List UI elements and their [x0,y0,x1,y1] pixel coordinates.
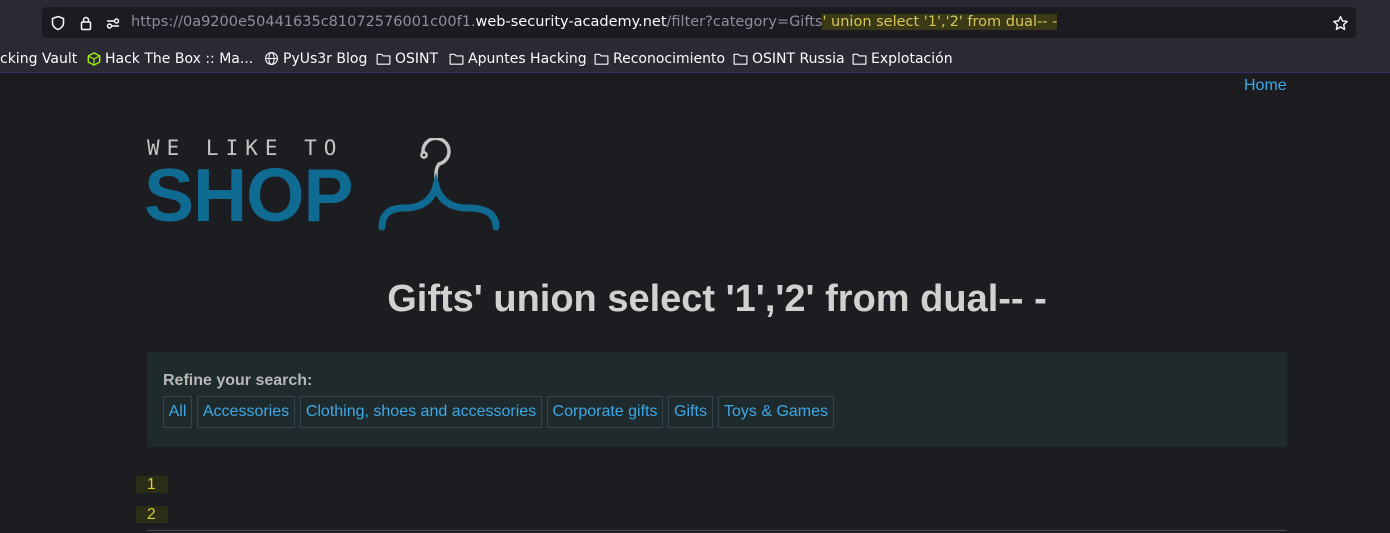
result-item: 2 [136,506,168,523]
bookmark-label: PyUs3r Blog [283,50,368,67]
filter-all-button[interactable]: All [163,396,192,428]
bookmark-label: cking Vault [0,50,78,67]
bookmark-label: Apuntes Hacking [468,50,587,67]
filter-toys-games-button[interactable]: Toys & Games [718,396,834,428]
filter-label: Refine your search: [163,372,313,389]
globe-icon [265,52,278,65]
shield-icon[interactable] [50,15,66,31]
page-title: Gifts' union select '1','2' from dual-- … [387,278,1047,320]
filter-gifts-button[interactable]: Gifts [668,396,713,428]
cube-icon [87,51,101,66]
bookmark-folder[interactable]: OSINT [376,49,438,68]
url-scheme: https://0a9200e50441635c81072576001c00f1… [131,14,476,30]
bookmark-folder[interactable]: OSINT Russia [733,49,845,68]
folder-icon [733,53,748,65]
divider [147,530,1287,531]
filter-panel: Refine your search: All Accessories Clot… [147,352,1287,447]
url-bar[interactable]: https://0a9200e50441635c81072576001c00f1… [42,7,1356,38]
lock-icon[interactable] [78,15,94,31]
result-item: 1 [136,476,168,493]
bookmark-star-icon[interactable] [1332,15,1348,31]
bookmark-label: Reconocimiento [613,50,726,67]
url-path: /filter?category=Gifts [666,14,823,30]
bookmarks-toolbar: cking Vault Hack The Box :: Ma... PyUs3r… [0,44,1390,73]
bookmark-label: Hack The Box :: Ma... [105,50,254,67]
folder-icon [449,53,464,65]
bookmark-item[interactable]: Hack The Box :: Ma... [87,49,253,68]
folder-icon [852,53,867,65]
url-injected-payload: ' union select '1','2' from dual-- - [822,14,1058,30]
bookmark-item[interactable]: PyUs3r Blog [264,49,367,68]
url-host: web-security-academy.net [475,14,667,30]
filter-accessories-button[interactable]: Accessories [197,396,295,428]
url-text: https://0a9200e50441635c81072576001c00f1… [131,14,1058,30]
filter-corporate-gifts-button[interactable]: Corporate gifts [547,396,663,428]
logo-wordmark: SHOP [144,153,354,237]
folder-icon [594,53,609,65]
shop-logo: WE LIKE TO SHOP [144,136,506,237]
bookmark-label: Explotación [871,50,953,67]
filter-clothing-button[interactable]: Clothing, shoes and accessories [300,396,542,428]
home-link[interactable]: Home [1244,77,1287,95]
bookmark-folder[interactable]: Apuntes Hacking [449,49,587,68]
bookmark-item[interactable]: cking Vault [0,49,77,68]
browser-toolbar: https://0a9200e50441635c81072576001c00f1… [0,0,1390,44]
folder-icon [376,53,391,65]
bookmark-folder[interactable]: Reconocimiento [594,49,725,68]
hanger-icon [378,138,500,231]
bookmark-label: OSINT [395,50,439,67]
permissions-icon[interactable] [105,15,121,31]
bookmark-folder[interactable]: Explotación [852,49,953,68]
bookmark-label: OSINT Russia [752,50,845,67]
